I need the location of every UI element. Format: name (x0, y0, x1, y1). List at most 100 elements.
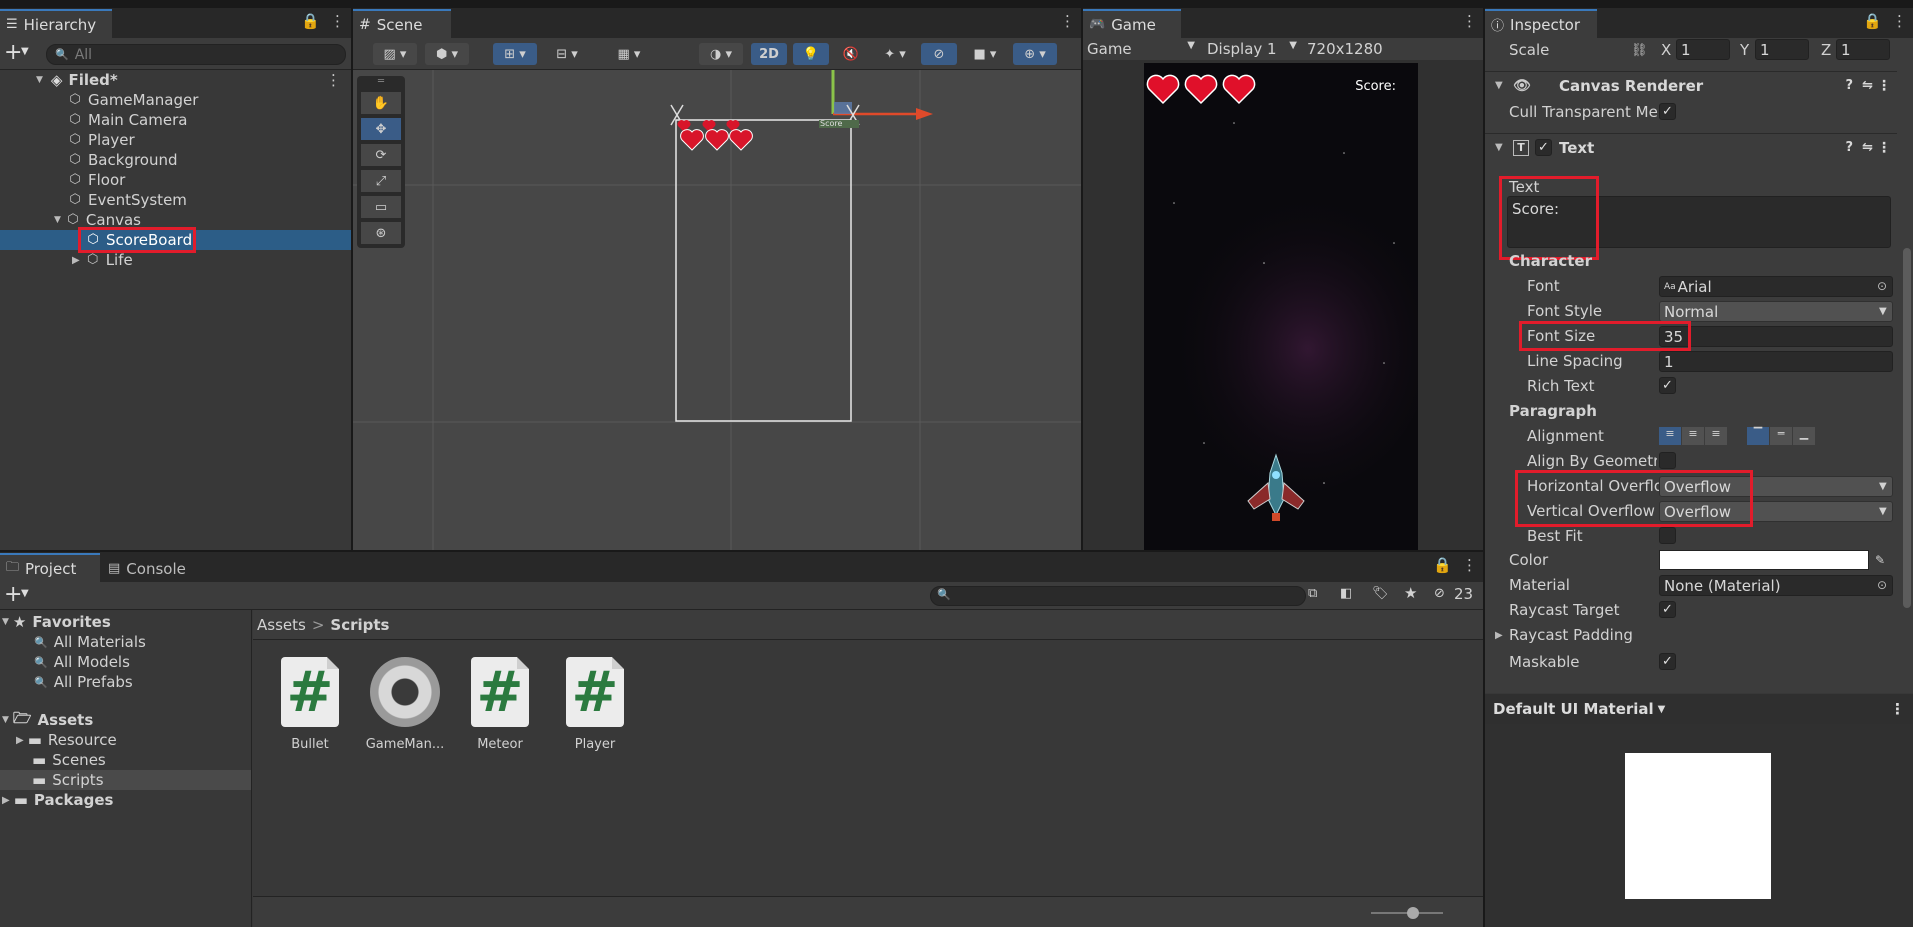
asset-meteor[interactable]: # Meteor (455, 657, 545, 752)
rotate-tool-icon[interactable]: ⟳ (361, 144, 401, 166)
hierarchy-item-background[interactable]: ⬡ Background (0, 150, 351, 170)
grid-snap-button[interactable]: ⊞ ▾ (493, 43, 537, 65)
cull-transparent-checkbox[interactable]: ✓ (1659, 103, 1676, 120)
hierarchy-item-main-camera[interactable]: ⬡ Main Camera (0, 110, 351, 130)
collapse-arrow-icon[interactable]: ▼ (54, 215, 61, 225)
align-center-icon[interactable]: ≡ (1682, 427, 1704, 445)
tab-scene[interactable]: # Scene (353, 9, 451, 38)
material-preview-header[interactable]: Default UI Material ▼ ⋮ (1485, 694, 1913, 724)
tab-console[interactable]: ▤ Console (102, 553, 202, 582)
tab-game[interactable]: 🎮 Game (1083, 9, 1181, 38)
hierarchy-search-input[interactable]: 🔍 All (46, 44, 346, 65)
scale-z-field[interactable]: 1 (1836, 39, 1890, 60)
game-view-select[interactable]: Game ▼ (1087, 40, 1195, 58)
expand-arrow-icon[interactable]: ▶ (16, 735, 24, 746)
align-middle-icon[interactable]: ═ (1770, 427, 1792, 445)
asset-bullet[interactable]: # Bullet (265, 657, 355, 752)
kebab-menu-icon[interactable]: ⋮ (1060, 12, 1075, 30)
expand-arrow-icon[interactable]: ▶ (1495, 630, 1503, 641)
label-tag-icon[interactable]: 🏷 (1372, 586, 1389, 601)
hierarchy-item-player[interactable]: ⬡ Player (0, 130, 351, 150)
rich-text-checkbox[interactable]: ✓ (1659, 377, 1676, 394)
kebab-menu-icon[interactable]: ⋮ (1890, 700, 1905, 718)
font-style-dropdown[interactable]: Normal (1659, 301, 1893, 322)
scene-menu-icon[interactable]: ⋮ (326, 71, 341, 89)
effects-toggle-icon[interactable]: ✦ ▾ (873, 43, 917, 65)
toggle-2d-button[interactable]: 2D (751, 43, 787, 65)
tab-hierarchy[interactable]: ☰ Hierarchy (0, 9, 112, 38)
preset-icon[interactable]: ⇋ (1862, 140, 1873, 155)
kebab-menu-icon[interactable]: ⋮ (1892, 12, 1907, 30)
search-by-type-icon[interactable]: ⧉ (1308, 586, 1317, 601)
resolution-label[interactable]: 720x1280 (1307, 40, 1383, 58)
eyedropper-icon[interactable]: ✎ (1875, 553, 1885, 567)
hierarchy-item-life[interactable]: ▶ ⬡ Life (0, 250, 351, 270)
rect-tool-icon[interactable]: ▭ (361, 196, 401, 218)
breadcrumb-assets[interactable]: Assets (257, 616, 306, 634)
favorite-all-models[interactable]: 🔍 All Models (0, 652, 251, 672)
packages-root[interactable]: ▶ ▬ Packages (0, 790, 251, 810)
kebab-menu-icon[interactable]: ⋮ (330, 12, 345, 30)
snap-increment-button[interactable]: ⊟ ▾ (545, 43, 589, 65)
tab-project[interactable]: 🗀 Project (0, 553, 100, 582)
align-bottom-icon[interactable]: ▁ (1793, 427, 1815, 445)
add-icon[interactable]: + (4, 40, 22, 65)
add-icon[interactable]: + (4, 582, 22, 607)
align-right-icon[interactable]: ≡ (1705, 427, 1727, 445)
preset-icon[interactable]: ⇋ (1862, 78, 1873, 93)
move-tool-icon[interactable]: ✥ (361, 118, 401, 140)
camera-settings-icon[interactable]: ■ ▾ (963, 43, 1007, 65)
folder-scenes[interactable]: ▬ Scenes (0, 750, 251, 770)
font-size-field[interactable]: 35 (1659, 326, 1893, 347)
collapse-arrow-icon[interactable]: ▼ (36, 75, 43, 85)
expand-arrow-icon[interactable]: ▶ (2, 795, 10, 806)
canvas-renderer-header[interactable]: ▼ 👁 Canvas Renderer ? ⇋ ⋮ (1485, 71, 1897, 99)
align-left-icon[interactable]: ≡ (1659, 427, 1681, 445)
text-component-header[interactable]: ▼ T ✓ Text ? ⇋ ⋮ (1485, 133, 1897, 161)
hierarchy-item-gamemanager[interactable]: ⬡ GameManager (0, 90, 351, 110)
align-top-icon[interactable]: ▔ (1747, 427, 1769, 445)
favorites-header[interactable]: ▼ ★ Favorites (0, 612, 251, 632)
lighting-toggle-icon[interactable]: 💡 (793, 43, 829, 65)
hand-tool-icon[interactable]: ✋ (361, 92, 401, 114)
raycast-padding-row[interactable]: ▶ Raycast Padding (1485, 623, 1897, 647)
scale-x-field[interactable]: 1 (1676, 39, 1730, 60)
gizmos-button[interactable]: ⊕ ▾ (1013, 43, 1057, 65)
add-dropdown-icon[interactable]: ▼ (21, 588, 29, 599)
folder-resource[interactable]: ▶ ▬ Resource (0, 730, 251, 750)
favorite-star-icon[interactable]: ★ (1404, 584, 1417, 602)
color-swatch[interactable] (1659, 550, 1869, 570)
lock-icon[interactable]: 🔒 (301, 12, 320, 30)
favorite-all-prefabs[interactable]: 🔍 All Prefabs (0, 672, 251, 692)
scene-root-item[interactable]: ▼ ◈ Filed* ⋮ (0, 70, 351, 90)
font-field[interactable]: Aa Arial (1659, 276, 1893, 297)
foldout-arrow-icon[interactable]: ▼ (1495, 142, 1503, 153)
tab-inspector[interactable]: ⓘ Inspector (1485, 9, 1597, 38)
shading-mode-button[interactable]: ⬢ ▾ (425, 43, 469, 65)
line-spacing-field[interactable]: 1 (1659, 351, 1893, 372)
assets-root[interactable]: ▼ 🗁 Assets (0, 709, 251, 730)
align-geometry-checkbox[interactable] (1659, 452, 1676, 469)
scale-y-field[interactable]: 1 (1755, 39, 1809, 60)
object-picker-icon[interactable]: ⊙ (1877, 279, 1887, 293)
collapse-arrow-icon[interactable]: ▼ (2, 617, 9, 627)
kebab-menu-icon[interactable]: ⋮ (1462, 12, 1477, 30)
game-viewport[interactable]: Score: (1144, 63, 1418, 550)
help-icon[interactable]: ? (1845, 140, 1853, 155)
draw-mode-button[interactable]: ▨ ▾ (373, 43, 417, 65)
expand-arrow-icon[interactable]: ▶ (72, 255, 80, 266)
audio-toggle-icon[interactable]: 🔇 (833, 43, 869, 65)
scene-viewport[interactable] (353, 70, 1081, 550)
help-icon[interactable]: ? (1845, 78, 1853, 93)
hierarchy-item-floor[interactable]: ⬡ Floor (0, 170, 351, 190)
asset-gamemanager[interactable]: GameMan... (360, 657, 450, 752)
material-field[interactable]: None (Material) (1659, 575, 1893, 596)
lock-icon[interactable]: 🔒 (1433, 556, 1452, 574)
kebab-menu-icon[interactable]: ⋮ (1462, 556, 1477, 574)
text-enabled-checkbox[interactable]: ✓ (1535, 139, 1552, 156)
add-dropdown-icon[interactable]: ▼ (21, 46, 29, 57)
hierarchy-item-eventsystem[interactable]: ⬡ EventSystem (0, 190, 351, 210)
icon-size-slider[interactable] (1371, 907, 1443, 919)
filter-type-icon[interactable]: ◧ (1340, 586, 1352, 601)
object-picker-icon[interactable]: ⊙ (1877, 578, 1887, 592)
